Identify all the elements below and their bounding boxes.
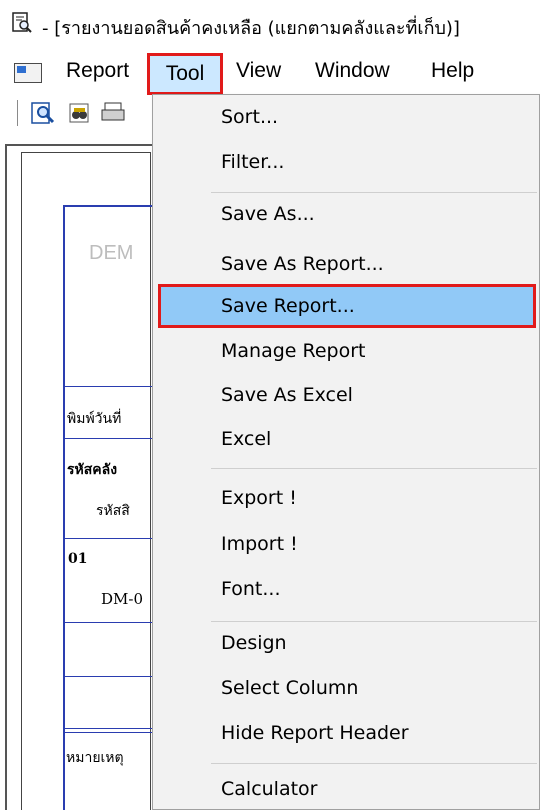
row-product-code: DM-0 (101, 590, 143, 608)
menu-window[interactable]: Window (315, 57, 390, 87)
report-divider (63, 728, 153, 729)
menu-item-select-column[interactable]: Select Column (153, 668, 539, 708)
menu-item-export[interactable]: Export ! (153, 478, 539, 518)
menu-help[interactable]: Help (431, 57, 474, 87)
menu-tool[interactable]: Tool (147, 53, 223, 95)
menu-view[interactable]: View (236, 57, 281, 87)
report-company-header: DEM (89, 242, 134, 264)
menu-bar: Report Tool View Window Help (0, 48, 540, 95)
report-divider (63, 676, 153, 677)
document-icon[interactable] (14, 63, 42, 83)
window-title: - [รายงานยอดสินค้าคงเหลือ (แยกตามคลังและ… (42, 18, 460, 39)
warehouse-code-label: รหัสคลัง (67, 462, 118, 478)
menu-separator (211, 763, 537, 764)
menu-item-save-as-excel[interactable]: Save As Excel (153, 375, 539, 415)
report-divider (63, 438, 153, 439)
binoculars-icon[interactable] (66, 100, 92, 126)
print-date-label: พิมพ์วันที่ (67, 411, 122, 427)
menu-separator (211, 621, 537, 622)
report-divider (63, 538, 153, 539)
menu-separator (211, 192, 537, 193)
product-code-label: รหัสสิ (96, 503, 130, 519)
preview-icon[interactable] (30, 100, 56, 126)
menu-report[interactable]: Report (66, 57, 129, 87)
report-divider (63, 386, 153, 387)
menu-separator (211, 468, 537, 469)
report-preview-icon (12, 12, 32, 33)
report-divider (63, 732, 153, 733)
toolbar-grip[interactable] (17, 100, 20, 126)
menu-item-font[interactable]: Font... (153, 569, 539, 609)
menu-item-calculator[interactable]: Calculator (153, 769, 539, 809)
menu-item-filter[interactable]: Filter... (153, 142, 539, 182)
menu-item-design[interactable]: Design (153, 623, 539, 663)
menu-item-save-report[interactable]: Save Report... (158, 284, 536, 328)
menu-item-manage-report[interactable]: Manage Report (153, 331, 539, 371)
menu-item-hide-report-header[interactable]: Hide Report Header (153, 713, 539, 753)
note-label: หมายเหตุ (66, 750, 124, 766)
menu-item-sort[interactable]: Sort... (153, 97, 539, 137)
tool-menu-dropdown: Sort... Filter... Save As... Save As Rep… (152, 94, 540, 810)
menu-item-import[interactable]: Import ! (153, 524, 539, 564)
menu-item-save-as[interactable]: Save As... (153, 194, 539, 234)
title-bar: - [รายงานยอดสินค้าคงเหลือ (แยกตามคลังและ… (0, 0, 540, 46)
print-icon[interactable] (100, 100, 126, 126)
menu-item-excel[interactable]: Excel (153, 419, 539, 459)
report-divider (63, 622, 153, 623)
menu-item-save-as-report[interactable]: Save As Report... (153, 244, 539, 284)
row-warehouse-code: 01 (68, 551, 88, 567)
